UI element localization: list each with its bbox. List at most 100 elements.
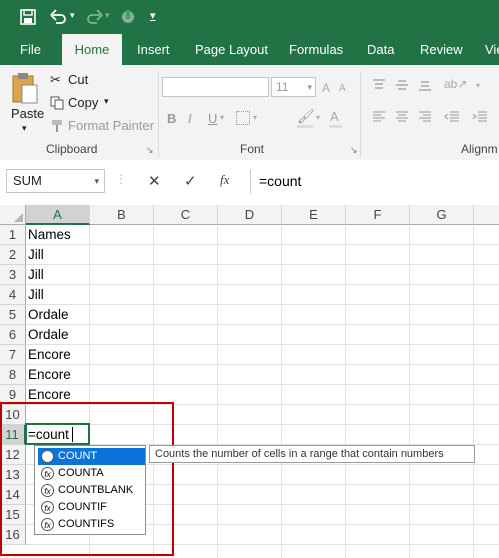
formula-divider xyxy=(250,169,251,193)
copy-dropdown-icon[interactable]: ▾ xyxy=(104,96,109,107)
cancel-icon[interactable]: ✕ xyxy=(148,172,161,190)
redo-icon[interactable] xyxy=(85,9,103,25)
font-launcher-icon[interactable]: ↘ xyxy=(350,145,358,156)
row-header-4[interactable]: 4 xyxy=(0,285,26,305)
tab-view[interactable]: Vie xyxy=(485,34,499,65)
bold-button[interactable]: B xyxy=(167,111,176,126)
borders-icon[interactable] xyxy=(236,111,250,125)
format-painter-button[interactable]: Format Painter xyxy=(68,118,154,133)
cell-a6[interactable]: Ordale xyxy=(26,325,69,345)
underline-dropdown-icon[interactable]: ▾ xyxy=(220,113,224,122)
row-header-5[interactable]: 5 xyxy=(0,305,26,325)
function-icon: fx xyxy=(41,450,54,463)
enter-icon[interactable]: ✓ xyxy=(184,172,197,190)
borders-dropdown-icon[interactable]: ▾ xyxy=(253,113,257,122)
row-header-6[interactable]: 6 xyxy=(0,325,26,345)
column-header-c[interactable]: C xyxy=(154,205,218,225)
autocomplete-item-countifs[interactable]: fx COUNTIFS xyxy=(38,516,145,533)
italic-button[interactable]: I xyxy=(188,111,192,126)
gridline xyxy=(281,225,282,558)
format-painter-icon[interactable] xyxy=(50,119,64,133)
middle-align-icon[interactable] xyxy=(395,79,409,91)
font-color-icon[interactable]: A xyxy=(330,109,339,124)
column-header-f[interactable]: F xyxy=(346,205,410,225)
copy-button[interactable]: Copy xyxy=(68,95,98,110)
row-header-1[interactable]: 1 xyxy=(0,225,26,245)
autocomplete-item-count[interactable]: fx COUNT xyxy=(38,448,145,465)
cell-a5[interactable]: Ordale xyxy=(26,305,69,325)
undo-dropdown-icon[interactable]: ▾ xyxy=(70,10,75,21)
row-header-8[interactable]: 8 xyxy=(0,365,26,385)
fill-color-icon[interactable]: 🖌 xyxy=(297,108,315,125)
orientation-dropdown-icon[interactable]: ▾ xyxy=(476,81,480,90)
select-all-corner[interactable] xyxy=(0,205,26,225)
gridline xyxy=(26,264,499,265)
cell-a3[interactable]: Jill xyxy=(26,265,44,285)
cell-a4[interactable]: Jill xyxy=(26,285,44,305)
increase-indent-icon[interactable] xyxy=(472,111,488,123)
insert-function-icon[interactable]: fx xyxy=(220,172,229,188)
column-header-b[interactable]: B xyxy=(90,205,154,225)
tab-insert[interactable]: Insert xyxy=(137,34,170,65)
cell-a7[interactable]: Encore xyxy=(26,345,71,365)
row-header-2[interactable]: 2 xyxy=(0,245,26,265)
tab-home[interactable]: Home xyxy=(62,34,122,65)
column-header-partial[interactable] xyxy=(474,205,499,225)
paste-icon[interactable] xyxy=(10,71,40,105)
align-right-icon[interactable] xyxy=(418,111,432,123)
select-all-icon xyxy=(14,213,23,222)
bottom-align-icon[interactable] xyxy=(418,79,432,91)
column-header-a[interactable]: A xyxy=(26,205,90,225)
undo-icon[interactable] xyxy=(50,9,68,25)
clipboard-launcher-icon[interactable]: ↘ xyxy=(146,145,154,156)
cut-icon[interactable]: ✂ xyxy=(50,72,61,88)
cell-a8[interactable]: Encore xyxy=(26,365,71,385)
autocomplete-item-countif[interactable]: fx COUNTIF xyxy=(38,499,145,516)
tab-data[interactable]: Data xyxy=(367,34,394,65)
tab-formulas[interactable]: Formulas xyxy=(289,34,343,65)
top-align-icon[interactable] xyxy=(372,79,386,91)
font-size-box[interactable]: 11 ▾ xyxy=(271,77,316,97)
quick-access-toolbar: ▾ ▾ ▾ xyxy=(0,0,499,34)
orientation-icon[interactable]: ab↗ xyxy=(444,77,467,91)
align-left-icon[interactable] xyxy=(372,111,386,123)
formula-input[interactable]: =count xyxy=(259,173,301,189)
gridline xyxy=(26,284,499,285)
row-header-7[interactable]: 7 xyxy=(0,345,26,365)
column-header-d[interactable]: D xyxy=(218,205,282,225)
fill-color-dropdown-icon[interactable]: ▾ xyxy=(316,113,320,122)
font-name-box[interactable] xyxy=(162,77,269,97)
name-box-dropdown-icon[interactable]: ▾ xyxy=(94,170,99,192)
autocomplete-item-countblank[interactable]: fx COUNTBLANK xyxy=(38,482,145,499)
column-header-e[interactable]: E xyxy=(282,205,346,225)
tab-file[interactable]: File xyxy=(20,34,41,65)
autocomplete-item-label: COUNTIF xyxy=(58,501,107,513)
autocomplete-item-counta[interactable]: fx COUNTA xyxy=(38,465,145,482)
row-header-3[interactable]: 3 xyxy=(0,265,26,285)
customize-toolbar-icon[interactable]: ▾ xyxy=(150,9,156,23)
name-box[interactable]: SUM ▾ xyxy=(6,169,105,193)
redo-dropdown-icon[interactable]: ▾ xyxy=(105,10,110,21)
shrink-font-icon[interactable]: A xyxy=(339,83,346,94)
fill-color-swatch xyxy=(297,125,313,128)
paste-button[interactable]: Paste xyxy=(11,106,44,121)
decrease-indent-icon[interactable] xyxy=(444,111,460,123)
tab-page-layout[interactable]: Page Layout xyxy=(195,34,268,65)
touch-mode-icon[interactable] xyxy=(118,8,138,26)
tab-review[interactable]: Review xyxy=(420,34,463,65)
font-size-dropdown-icon[interactable]: ▾ xyxy=(307,78,312,96)
autocomplete-item-label: COUNT xyxy=(58,450,98,462)
cut-button[interactable]: Cut xyxy=(68,72,88,87)
gridline xyxy=(26,384,499,385)
cell-a2[interactable]: Jill xyxy=(26,245,44,265)
gridline xyxy=(26,304,499,305)
name-box-value: SUM xyxy=(13,173,42,188)
column-header-g[interactable]: G xyxy=(410,205,474,225)
underline-button[interactable]: U xyxy=(208,111,217,126)
cell-a1[interactable]: Names xyxy=(26,225,71,245)
align-center-icon[interactable] xyxy=(395,111,409,123)
copy-icon[interactable] xyxy=(50,96,64,110)
save-icon[interactable] xyxy=(20,9,36,25)
paste-dropdown-icon[interactable]: ▾ xyxy=(22,123,27,134)
grow-font-icon[interactable]: A xyxy=(322,81,330,95)
